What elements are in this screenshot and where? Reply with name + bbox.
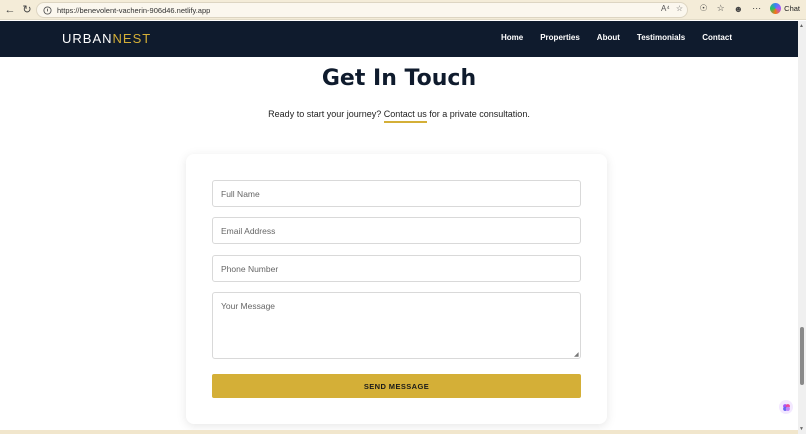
extension-icon[interactable]: ☉	[700, 3, 708, 14]
site-navbar: URBANNEST Home Properties About Testimon…	[0, 21, 798, 57]
nav-contact[interactable]: Contact	[702, 33, 732, 42]
copilot-chat-button[interactable]: Chat	[770, 3, 800, 14]
browser-toolbar: ← ↻ https://benevolent-vacherin-906d46.n…	[0, 0, 806, 20]
resize-grip-icon[interactable]: ◢	[574, 351, 579, 358]
more-menu-icon[interactable]: ⋯	[752, 3, 761, 14]
address-bar[interactable]: https://benevolent-vacherin-906d46.netli…	[36, 2, 688, 18]
scroll-down-icon[interactable]: ▼	[799, 426, 804, 432]
message-textarea[interactable]	[212, 292, 581, 359]
copilot-icon	[770, 3, 782, 14]
nav-properties[interactable]: Properties	[540, 33, 580, 42]
favorite-star-icon[interactable]: ☆	[676, 4, 683, 13]
back-icon[interactable]: ←	[3, 3, 17, 17]
phone-input[interactable]	[212, 255, 581, 282]
subtitle-text-after: for a private consultation.	[426, 109, 530, 119]
refresh-icon[interactable]: ↻	[20, 3, 34, 17]
section-subtitle: Ready to start your journey? Contact us …	[0, 109, 798, 119]
read-aloud-icon[interactable]: A⁴	[661, 4, 670, 13]
contact-form-card: ◢ SEND MESSAGE	[186, 154, 607, 424]
logo-nest: NEST	[112, 31, 152, 46]
logo-urban: URBAN	[62, 31, 113, 46]
contact-us-link[interactable]: Contact us	[384, 109, 427, 119]
scroll-up-icon[interactable]: ▲	[799, 23, 804, 29]
nav-about[interactable]: About	[597, 33, 620, 42]
page-scrollbar[interactable]: ▲ ▼	[798, 21, 806, 434]
bottom-edge	[0, 430, 798, 434]
scrollbar-thumb[interactable]	[800, 327, 804, 385]
nav-links: Home Properties About Testimonials Conta…	[501, 33, 732, 42]
flower-icon	[782, 403, 790, 411]
url-text: https://benevolent-vacherin-906d46.netli…	[57, 5, 211, 15]
nav-testimonials[interactable]: Testimonials	[637, 33, 685, 42]
nav-home[interactable]: Home	[501, 33, 523, 42]
subtitle-text-before: Ready to start your journey?	[268, 109, 384, 119]
lock-icon	[43, 5, 52, 15]
section-title: Get In Touch	[321, 66, 477, 91]
chat-label: Chat	[784, 4, 800, 13]
favorites-icon[interactable]: ☆	[717, 3, 725, 14]
email-input[interactable]	[212, 217, 581, 244]
profile-icon[interactable]: ☻	[734, 4, 743, 14]
full-name-input[interactable]	[212, 180, 581, 207]
send-message-button[interactable]: SEND MESSAGE	[212, 374, 581, 398]
floating-assistant-icon[interactable]	[779, 400, 793, 414]
site-logo[interactable]: URBANNEST	[62, 31, 151, 46]
